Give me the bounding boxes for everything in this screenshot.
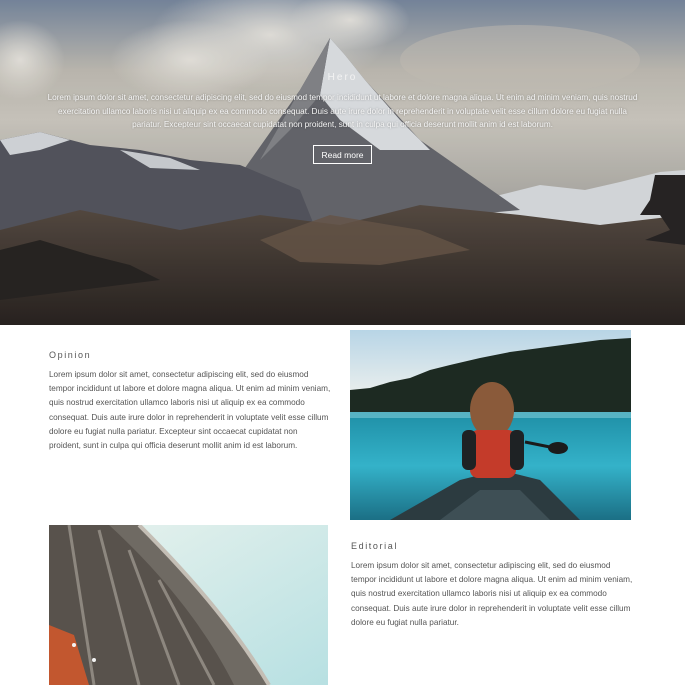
opinion-text: Lorem ipsum dolor sit amet, consectetur … [49,370,331,451]
bridge-image [49,525,328,685]
hero-title: Hero [327,72,358,83]
hero-description: Lorem ipsum dolor sit amet, consectetur … [47,93,638,130]
hero-content: Hero Lorem ipsum dolor sit amet, consect… [0,72,685,164]
canoe-lake-photo [350,330,631,520]
editorial-section: Editorial Lorem ipsum dolor sit amet, co… [351,541,636,630]
editorial-text: Lorem ipsum dolor sit amet, consectetur … [351,561,633,627]
read-more-button[interactable]: Read more [313,144,372,164]
opinion-title: Opinion [49,350,92,360]
opinion-section: Opinion Lorem ipsum dolor sit amet, cons… [49,350,331,453]
hero-section: Hero Lorem ipsum dolor sit amet, consect… [0,0,685,325]
kayak-image [350,330,631,520]
bridge-photo [49,525,328,685]
editorial-title: Editorial [351,541,398,551]
